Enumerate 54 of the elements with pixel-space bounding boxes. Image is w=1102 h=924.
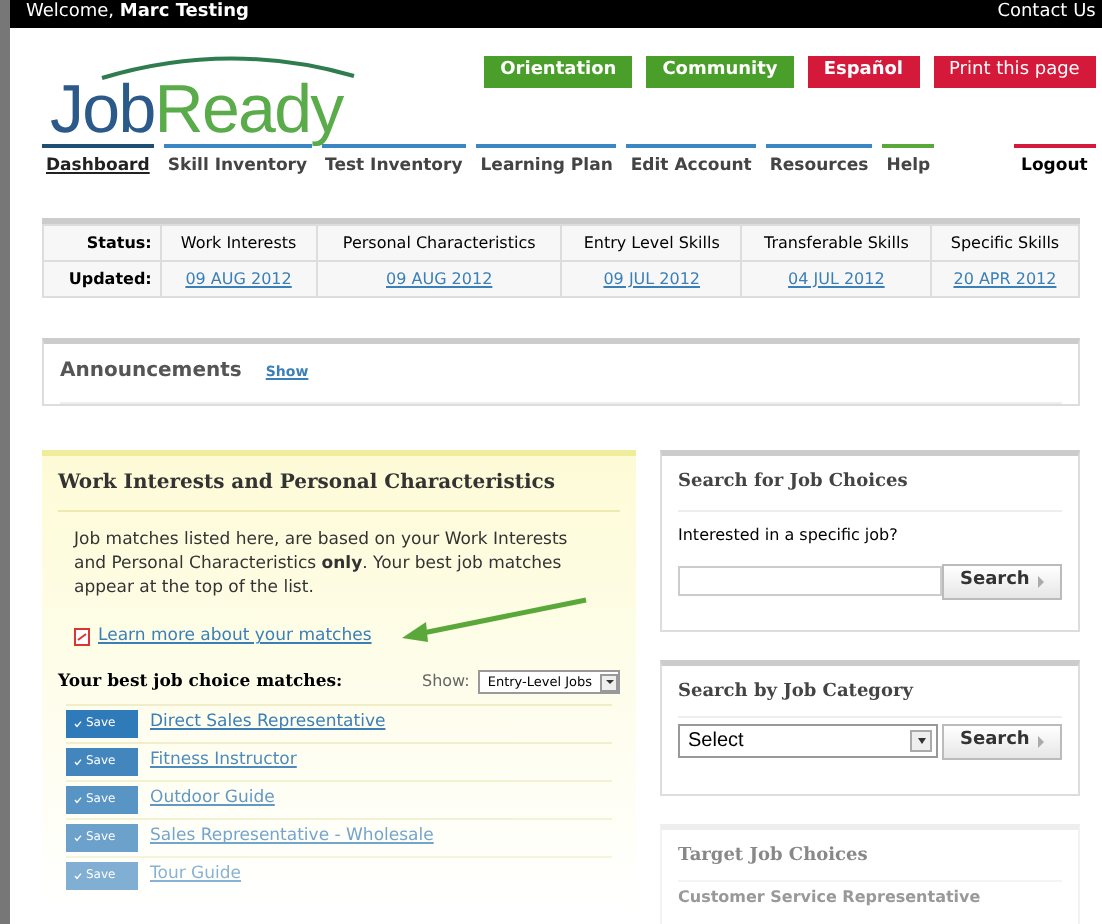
header-button[interactable]: Orientation: [484, 55, 633, 87]
column-header: Entry Level Skills: [561, 225, 742, 262]
contact-link[interactable]: Contact Us: [997, 0, 1096, 27]
check-icon: [74, 795, 82, 804]
job-link[interactable]: Tour Guide: [150, 862, 241, 889]
arc-icon: [98, 51, 358, 79]
job-search-field[interactable]: [678, 566, 942, 597]
panel-title: Search for Job Choices: [678, 470, 1062, 512]
caret-icon: [600, 673, 618, 692]
search-button[interactable]: Search: [942, 563, 1062, 600]
check-icon: [74, 833, 82, 842]
column-header: Personal Characteristics: [316, 225, 562, 262]
status-label: Status:: [43, 225, 161, 262]
job-link[interactable]: Direct Sales Representative: [150, 710, 386, 737]
logout-link[interactable]: Logout: [1013, 143, 1096, 179]
updated-label: Updated:: [43, 261, 161, 298]
target-job-item: Customer Service Representative: [678, 885, 983, 910]
check-icon: [74, 719, 82, 728]
prompt-text: Interested in a specific job?: [678, 523, 900, 548]
nav-tab[interactable]: Edit Account: [626, 143, 756, 179]
job-link[interactable]: Sales Representative - Wholesale: [150, 824, 434, 851]
check-icon: [74, 871, 82, 880]
search-button[interactable]: Search: [942, 723, 1062, 760]
pdf-icon: [74, 628, 90, 647]
nav-tab[interactable]: Dashboard: [42, 143, 154, 179]
chevron-icon: [1037, 735, 1044, 748]
announcements-title: Announcements: [60, 358, 242, 387]
nav-tab[interactable]: Learning Plan: [476, 143, 617, 179]
header-button[interactable]: Community: [646, 55, 794, 87]
panel-title: Work Interests and Personal Characteristics: [58, 468, 620, 513]
nav-tab[interactable]: Help: [882, 143, 935, 179]
description-text: Job matches listed here, are based on your Work Interests and Personal Characteristics only. Your best job matches appear at the top of the list.: [71, 528, 570, 601]
logo: JobReady: [50, 51, 343, 143]
job-link[interactable]: Fitness Instructor: [150, 748, 297, 775]
panel-title: Target Job Choices: [678, 844, 1062, 882]
nav-tab[interactable]: Skill Inventory: [163, 143, 312, 179]
list-label: Your best job choice matches:: [58, 670, 343, 696]
column-header: Work Interests: [160, 225, 317, 262]
nav-tab[interactable]: Resources: [765, 143, 873, 179]
category-dropdown[interactable]: Select: [678, 724, 938, 759]
nav-tab[interactable]: Test Inventory: [321, 143, 467, 179]
welcome-text: Welcome, Marc Testing: [26, 0, 249, 26]
learn-more-link[interactable]: Learn more about your matches: [98, 624, 372, 650]
column-header: Transferable Skills: [741, 225, 932, 262]
caret-icon: [910, 730, 932, 753]
arrow-icon: [398, 596, 590, 645]
header-button[interactable]: Print this page: [933, 55, 1096, 87]
show-label: Show:: [422, 670, 470, 695]
header-button[interactable]: Español: [807, 55, 920, 87]
chevron-icon: [1037, 575, 1044, 588]
column-header: Specific Skills: [931, 225, 1079, 262]
panel-title: Search by Job Category: [678, 680, 1062, 718]
job-link[interactable]: Outdoor Guide: [150, 786, 275, 813]
check-icon: [74, 757, 82, 766]
